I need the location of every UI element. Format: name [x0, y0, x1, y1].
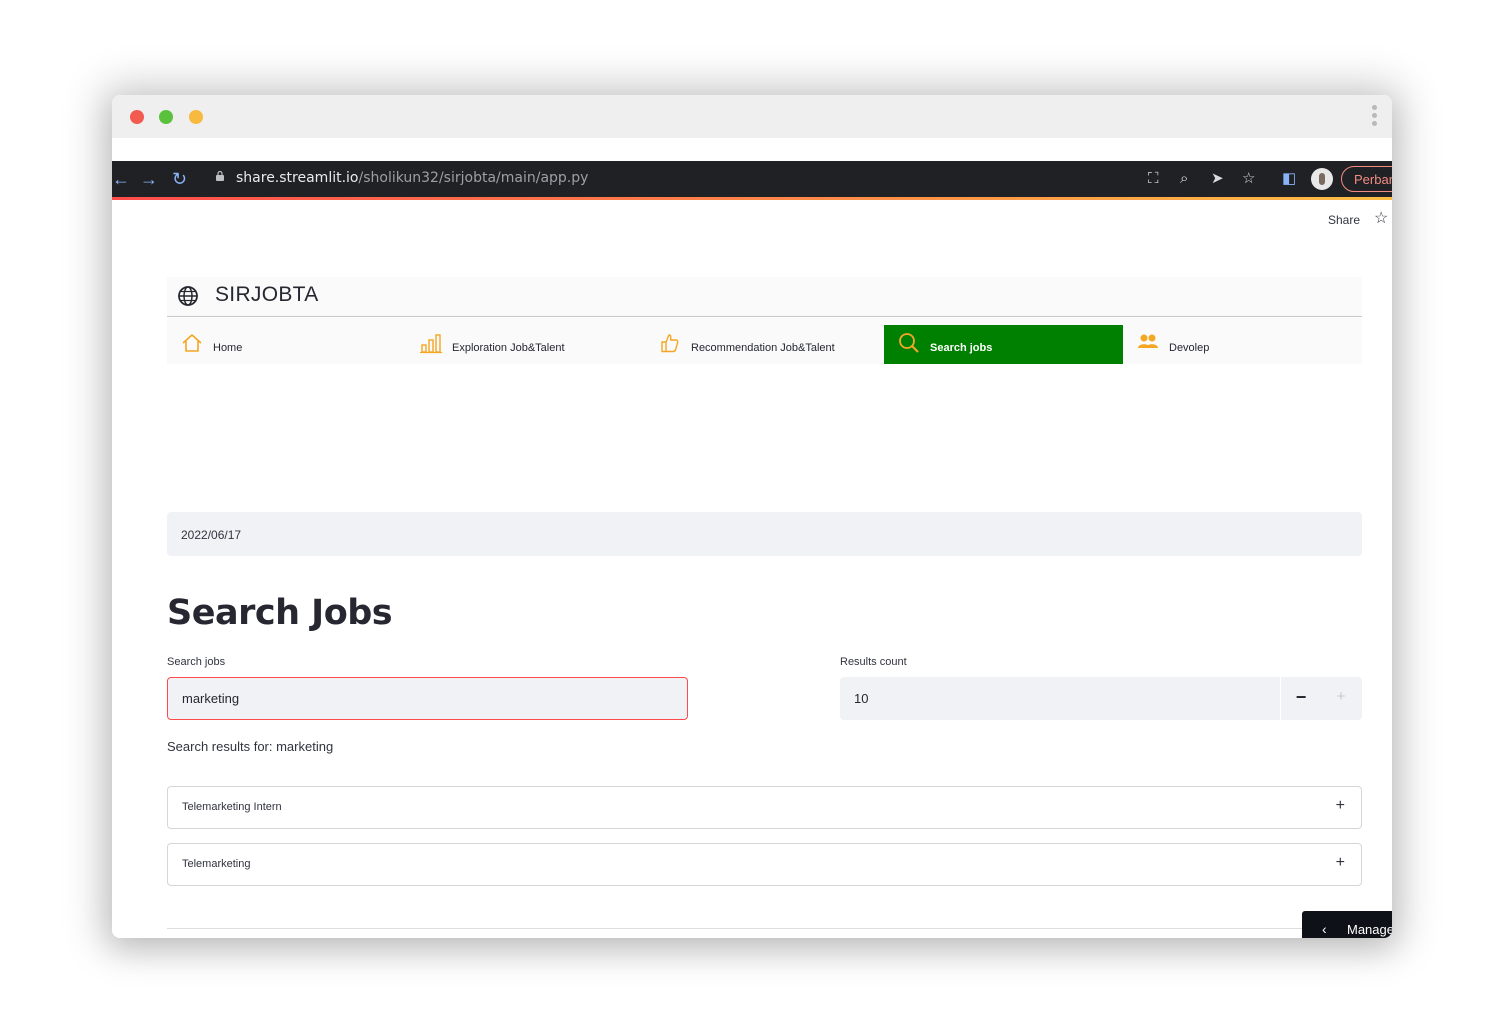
thumbs-up-icon [661, 334, 679, 353]
menu-item-label: Recommendation Job&Talent [691, 342, 835, 354]
bookmark-star-icon[interactable]: ☆ [1242, 169, 1255, 189]
brand-bar: SIRJOBTA [167, 277, 1362, 317]
menu-item-devolep[interactable]: Devolep [1123, 325, 1362, 364]
app-page: Share ☆ SIRJOBTA Home Exploration Job&Ta… [112, 200, 1392, 938]
side-panel-icon[interactable]: ◧ [1282, 169, 1296, 189]
result-expander[interactable]: Telemarketing + [167, 843, 1362, 886]
date-text: 2022/06/17 [181, 528, 242, 542]
search-input[interactable] [167, 677, 688, 720]
reload-icon[interactable]: ↻ [172, 168, 187, 190]
share-button[interactable]: Share [1328, 213, 1360, 227]
globe-icon [178, 286, 198, 306]
page-title: Search Jobs [167, 593, 393, 633]
results-count-stepper: 10 − + [840, 677, 1362, 720]
window-title-bar [112, 95, 1392, 138]
result-title: Telemarketing [182, 858, 251, 870]
close-window-button[interactable] [130, 110, 144, 124]
decrement-button[interactable]: − [1294, 687, 1308, 708]
menu-item-search-jobs[interactable]: Search jobs [884, 325, 1123, 364]
expand-icon[interactable]: + [1336, 854, 1345, 872]
menu-item-label: Devolep [1169, 342, 1210, 354]
star-icon[interactable]: ☆ [1374, 208, 1388, 228]
chevron-left-icon: ‹ [1322, 921, 1327, 937]
lock-icon [216, 171, 224, 181]
profile-avatar[interactable] [1311, 168, 1333, 190]
send-icon[interactable]: ➤ [1211, 169, 1224, 189]
menu-item-label: Search jobs [930, 342, 993, 354]
expand-icon[interactable]: + [1336, 797, 1345, 815]
date-display: 2022/06/17 [167, 512, 1362, 556]
manage-app-label: Manage app [1347, 922, 1392, 937]
browser-window: ← → ↻ share.streamlit.io/sholikun32/sirj… [112, 95, 1392, 938]
nav-menu: Home Exploration Job&Talent Recommendati… [167, 318, 1362, 364]
search-input-label: Search jobs [167, 656, 226, 668]
minimize-window-button[interactable] [189, 110, 203, 124]
manage-app-button[interactable]: ‹ Manage app [1302, 911, 1392, 938]
menu-item-label: Home [213, 342, 243, 354]
result-expander[interactable]: Telemarketing Intern + [167, 786, 1362, 829]
brand-title: SIRJOBTA [215, 283, 319, 306]
search-results-caption: Search results for: marketing [167, 739, 334, 754]
results-count-value[interactable]: 10 [854, 691, 868, 706]
url-text[interactable]: share.streamlit.io/sholikun32/sirjobta/m… [236, 170, 588, 186]
menu-item-recommendation[interactable]: Recommendation Job&Talent [645, 325, 884, 364]
home-icon [182, 334, 202, 352]
menu-item-label: Exploration Job&Talent [452, 342, 565, 354]
zoom-icon[interactable]: ⌕ [1180, 169, 1188, 189]
translate-icon[interactable]: ⛶ [1148, 169, 1159, 189]
bar-chart-icon [420, 334, 442, 354]
divider [167, 928, 1362, 929]
forward-icon[interactable]: → [140, 168, 158, 190]
people-icon [1138, 334, 1158, 348]
window-menu-icon[interactable] [1368, 105, 1380, 129]
browser-toolbar: ← → ↻ share.streamlit.io/sholikun32/sirj… [112, 161, 1392, 197]
results-count-label: Results count [840, 656, 907, 668]
menu-item-exploration[interactable]: Exploration Job&Talent [406, 325, 645, 364]
maximize-window-button[interactable] [159, 110, 173, 124]
stepper-divider [1280, 677, 1281, 720]
menu-item-home[interactable]: Home [167, 325, 406, 364]
increment-button[interactable]: + [1334, 688, 1348, 705]
back-icon[interactable]: ← [112, 168, 130, 190]
update-button[interactable]: Perbarui [1341, 166, 1392, 192]
search-icon [899, 333, 919, 353]
result-title: Telemarketing Intern [182, 801, 282, 813]
